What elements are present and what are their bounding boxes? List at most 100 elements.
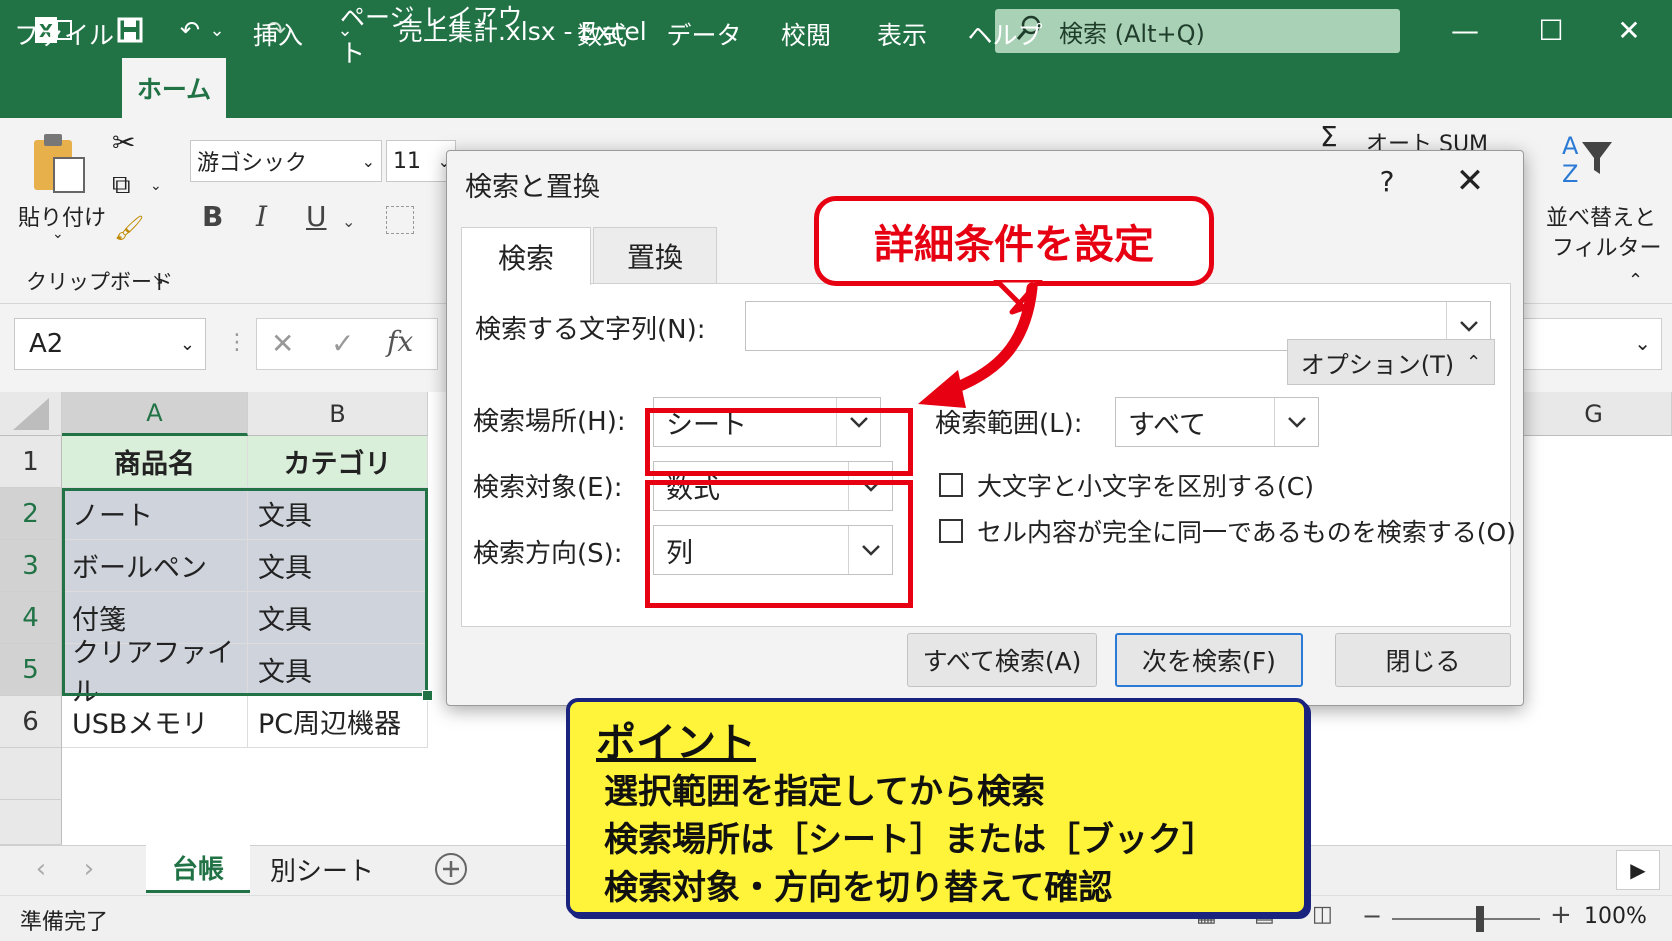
cell-b1[interactable]: カテゴリ	[248, 436, 428, 488]
chevron-down-icon[interactable]	[1274, 398, 1318, 446]
checkbox-icon[interactable]	[939, 519, 963, 543]
font-name-select[interactable]: 游ゴシック ⌄	[190, 140, 382, 182]
page-break-view-icon[interactable]: ◫	[1312, 902, 1333, 927]
dialog-close-action-button[interactable]: 閉じる	[1335, 633, 1511, 687]
row-header-8[interactable]	[0, 800, 62, 845]
font-name-value: 游ゴシック	[197, 151, 308, 176]
help-button[interactable]: ?	[1367, 157, 1407, 205]
tab-insert[interactable]: 挿入	[238, 10, 318, 58]
tab-review[interactable]: 校閲	[766, 10, 846, 58]
autosum-icon[interactable]: Σ	[1320, 120, 1338, 153]
row-header-2[interactable]: 2	[0, 488, 62, 540]
zoom-slider[interactable]	[1392, 918, 1540, 920]
tab-find[interactable]: 検索	[461, 227, 591, 285]
status-ready: 準備完了	[20, 910, 109, 935]
collapse-ribbon-icon[interactable]: ⌃	[1628, 270, 1643, 291]
formula-bar-grip-icon: ⋮	[226, 330, 248, 355]
scope-value: すべて	[1128, 409, 1207, 441]
underline-dropdown-icon[interactable]: ⌄	[342, 212, 355, 231]
cell-a1[interactable]: 商品名	[62, 436, 248, 488]
options-button[interactable]: オプション(T) ⌃	[1287, 339, 1495, 385]
row-header-1[interactable]: 1	[0, 436, 62, 488]
copy-dropdown-icon[interactable]: ⌄	[150, 178, 162, 194]
search-box[interactable]: 検索 (Alt+Q)	[995, 9, 1400, 53]
tab-replace[interactable]: 置換	[593, 227, 717, 283]
expand-formula-icon[interactable]: ⌄	[1634, 331, 1651, 355]
find-all-button[interactable]: すべて検索(A)	[907, 633, 1097, 687]
row-header-3[interactable]: 3	[0, 540, 62, 592]
zoom-level[interactable]: 100%	[1584, 904, 1647, 929]
chevron-down-icon: ⌄	[179, 333, 195, 355]
tab-help[interactable]: ヘルプ	[960, 10, 1050, 58]
sort-filter-label-2[interactable]: フィルター	[1552, 230, 1662, 262]
scroll-right-icon[interactable]: ›	[74, 845, 104, 893]
highlight-lookin-direction	[645, 480, 913, 608]
formula-buttons: ✕ ✓ fx	[256, 318, 438, 370]
sort-filter-icon[interactable]: AZ	[1560, 130, 1616, 192]
format-painter-icon[interactable]: 🖌	[114, 214, 144, 242]
ribbon-tabs	[0, 60, 1672, 118]
cut-icon[interactable]: ✂	[112, 126, 135, 159]
match-entire-checkbox[interactable]: セル内容が完全に同一であるものを検索する(O)	[939, 513, 1516, 549]
clipboard-launcher-icon[interactable]: ↘	[152, 272, 164, 288]
cancel-entry-icon[interactable]: ✕	[271, 327, 294, 360]
checkbox-icon[interactable]	[939, 473, 963, 497]
border-icon[interactable]	[386, 206, 414, 234]
tab-view[interactable]: 表示	[862, 10, 942, 58]
tab-formulas[interactable]: 数式	[562, 10, 642, 58]
insert-function-button[interactable]: fx	[387, 325, 413, 358]
zoom-slider-thumb[interactable]	[1476, 906, 1484, 932]
bold-button[interactable]: B	[202, 200, 223, 233]
row-header-4[interactable]: 4	[0, 592, 62, 644]
column-header-a[interactable]: A	[62, 392, 248, 436]
save-icon[interactable]	[108, 8, 152, 52]
tab-page-layout[interactable]: ページ レイアウト	[340, 3, 540, 68]
sheet-tab-ledger[interactable]: 台帳	[146, 845, 250, 893]
column-header-g[interactable]: G	[1516, 392, 1672, 436]
undo-dropdown-icon[interactable]: ⌄	[206, 8, 228, 52]
tab-home[interactable]: ホーム	[122, 58, 226, 118]
chevron-down-icon: ⌄	[361, 151, 375, 171]
match-case-checkbox[interactable]: 大文字と小文字を区別する(C)	[939, 467, 1314, 503]
maximize-button[interactable]: ☐	[1526, 8, 1576, 52]
dialog-close-button[interactable]: ✕	[1445, 157, 1495, 205]
underline-button[interactable]: U	[306, 200, 327, 233]
cell-a6[interactable]: USBメモリ	[62, 696, 248, 748]
sort-filter-label-1[interactable]: 並べ替えと	[1546, 200, 1656, 232]
annotation-callout: 詳細条件を設定	[814, 196, 1214, 286]
cell-b6[interactable]: PC周辺機器	[248, 696, 428, 748]
tab-file[interactable]: ファイル	[14, 10, 114, 58]
find-what-label: 検索する文字列(N):	[475, 315, 706, 345]
formula-input[interactable]: ⌄	[1512, 318, 1662, 370]
match-entire-label: セル内容が完全に同一であるものを検索する(O)	[977, 518, 1516, 547]
scroll-left-icon[interactable]: ‹	[26, 845, 56, 893]
fill-handle[interactable]	[422, 690, 433, 701]
point-line-1: 選択範囲を指定してから検索	[604, 772, 1045, 812]
select-all-corner[interactable]	[0, 392, 62, 436]
point-line-2: 検索場所は［シート］または［ブック］	[604, 820, 1216, 860]
close-window-button[interactable]: ✕	[1604, 8, 1654, 52]
confirm-entry-icon[interactable]: ✓	[331, 327, 354, 360]
sheet-tab-other[interactable]: 別シート	[262, 845, 382, 893]
row-header-5[interactable]: 5	[0, 644, 62, 696]
minimize-button[interactable]: —	[1440, 8, 1490, 52]
paste-dropdown-icon[interactable]: ⌄	[52, 226, 64, 242]
row-header-7[interactable]	[0, 748, 62, 800]
paste-icon[interactable]	[30, 130, 88, 198]
undo-icon[interactable]: ↶	[170, 8, 210, 52]
name-box[interactable]: A2 ⌄	[14, 318, 206, 370]
hscroll-right-icon[interactable]: ▶	[1616, 850, 1660, 890]
annotation-arrow-icon	[918, 280, 1043, 408]
scope-select[interactable]: すべて	[1115, 397, 1319, 447]
find-next-button[interactable]: 次を検索(F)	[1115, 633, 1303, 687]
add-sheet-icon[interactable]	[428, 845, 474, 893]
copy-icon[interactable]: ⧉	[112, 170, 131, 201]
point-box: ポイント 選択範囲を指定してから検索 検索場所は［シート］または［ブック］ 検索…	[566, 698, 1308, 916]
italic-button[interactable]: I	[256, 200, 267, 233]
zoom-out-icon[interactable]: −	[1362, 902, 1382, 930]
tab-data[interactable]: データ	[664, 10, 744, 58]
column-header-b[interactable]: B	[248, 392, 428, 436]
row-header-6[interactable]: 6	[0, 696, 62, 748]
zoom-in-icon[interactable]: +	[1550, 900, 1572, 930]
options-label: オプション(T)	[1300, 350, 1455, 379]
